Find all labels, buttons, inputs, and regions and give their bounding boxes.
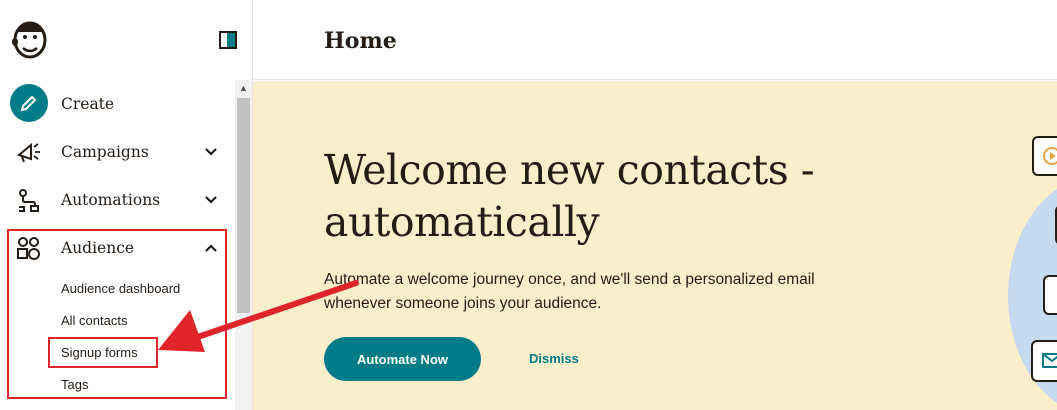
dismiss-button[interactable]: Dismiss (529, 351, 579, 366)
sidebar-item-label: Create (61, 95, 115, 113)
chevron-down-icon[interactable] (204, 145, 218, 159)
sidebar-item-label: Automations (61, 191, 161, 209)
workflow-icon (19, 189, 39, 212)
sidebar-subitem-all-contacts[interactable]: All contacts (61, 313, 127, 328)
welcome-banner: Welcome new contacts - automatically Aut… (253, 81, 1057, 410)
envelope-icon (1042, 353, 1057, 368)
sidebar-item-automations[interactable]: Automations (0, 178, 235, 222)
sidebar-item-create[interactable]: Create (0, 82, 235, 126)
scroll-up-icon[interactable]: ▲ (235, 80, 252, 97)
scrollbar-thumb[interactable] (237, 98, 250, 313)
page-title: Home (324, 28, 397, 54)
megaphone-icon (16, 142, 40, 163)
sidebar-subitem-signup-forms[interactable]: Signup forms (61, 345, 138, 360)
illustration-card (1043, 275, 1057, 315)
sidebar-collapse-icon[interactable] (219, 31, 237, 49)
banner-description: Automate a welcome journey once, and we'… (324, 271, 815, 312)
banner-title: Welcome new contacts - automatically (324, 146, 815, 246)
mailchimp-logo-icon[interactable] (10, 18, 50, 60)
sidebar: Create Campaigns Automations Audience Au… (0, 0, 253, 410)
sidebar-item-campaigns[interactable]: Campaigns (0, 130, 235, 174)
sidebar-scrollbar[interactable]: ▲ (235, 80, 252, 410)
sidebar-item-label: Campaigns (61, 143, 149, 161)
chevron-down-icon[interactable] (204, 193, 218, 207)
illustration-play-card (1032, 136, 1057, 176)
illustration-mail-card (1031, 340, 1057, 382)
sidebar-subitem-audience-dashboard[interactable]: Audience dashboard (61, 281, 180, 296)
play-icon (1043, 147, 1057, 165)
top-bar: Home (253, 0, 1057, 80)
sidebar-subitem-tags[interactable]: Tags (61, 377, 88, 392)
automate-now-button[interactable]: Automate Now (324, 337, 481, 381)
